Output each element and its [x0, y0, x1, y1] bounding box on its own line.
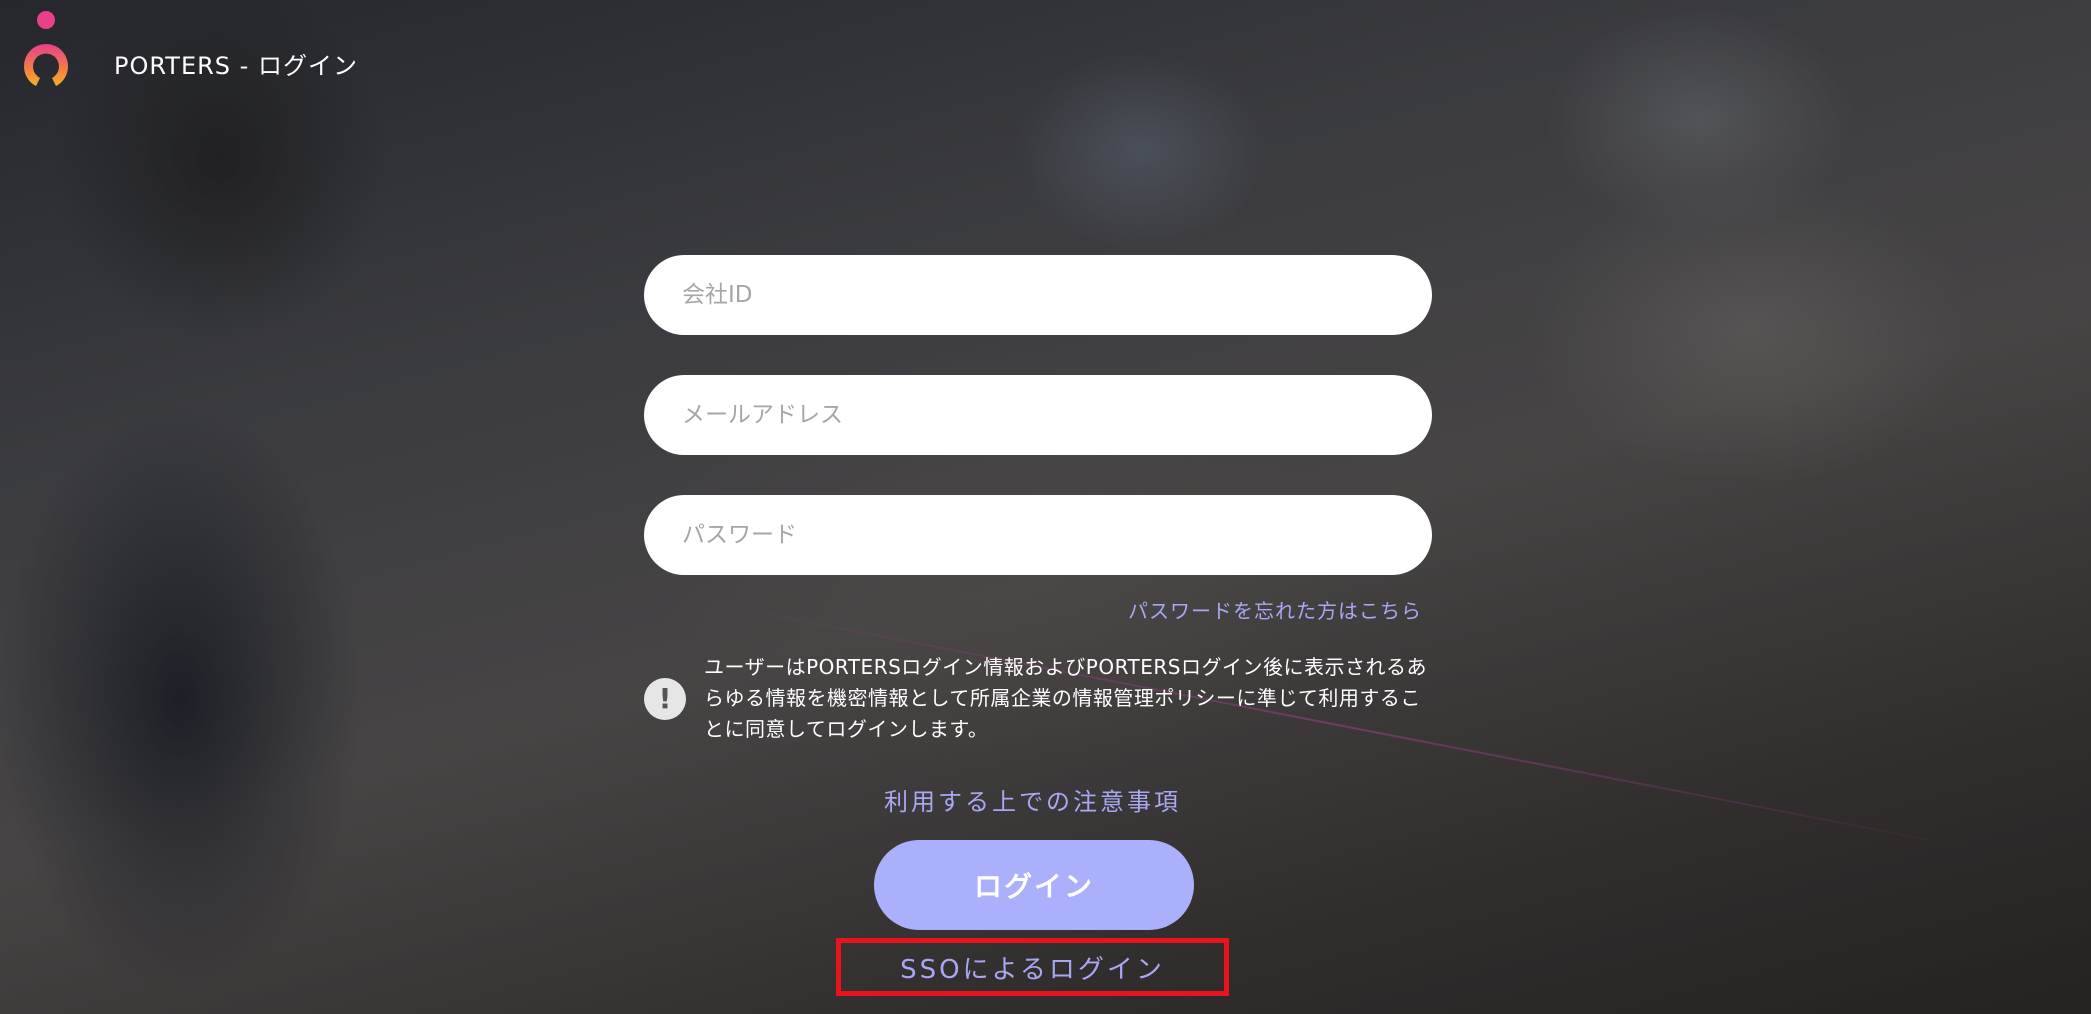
terms-of-use-link[interactable]: 利用する上での注意事項: [780, 782, 1285, 817]
company-id-input[interactable]: [644, 255, 1432, 335]
forgot-password-link[interactable]: パスワードを忘れた方はこちら: [644, 595, 1422, 624]
login-form: [644, 255, 1432, 615]
app-title: PORTERS - ログイン: [114, 52, 358, 80]
exclamation-icon: !: [644, 677, 686, 720]
password-input[interactable]: [644, 495, 1432, 575]
sso-highlight-frame: SSOによるログイン: [836, 938, 1229, 996]
consent-notice-text: ユーザーはPORTERSログイン情報およびPORTERSログイン後に表示されるあ…: [704, 655, 1427, 741]
email-input[interactable]: [644, 375, 1432, 455]
sso-login-link[interactable]: SSOによるログイン: [900, 949, 1165, 986]
login-button[interactable]: ログイン: [874, 840, 1194, 930]
consent-notice: ! ユーザーはPORTERSログイン情報およびPORTERSログイン後に表示され…: [644, 652, 1434, 745]
porters-logo-icon: [23, 11, 69, 86]
